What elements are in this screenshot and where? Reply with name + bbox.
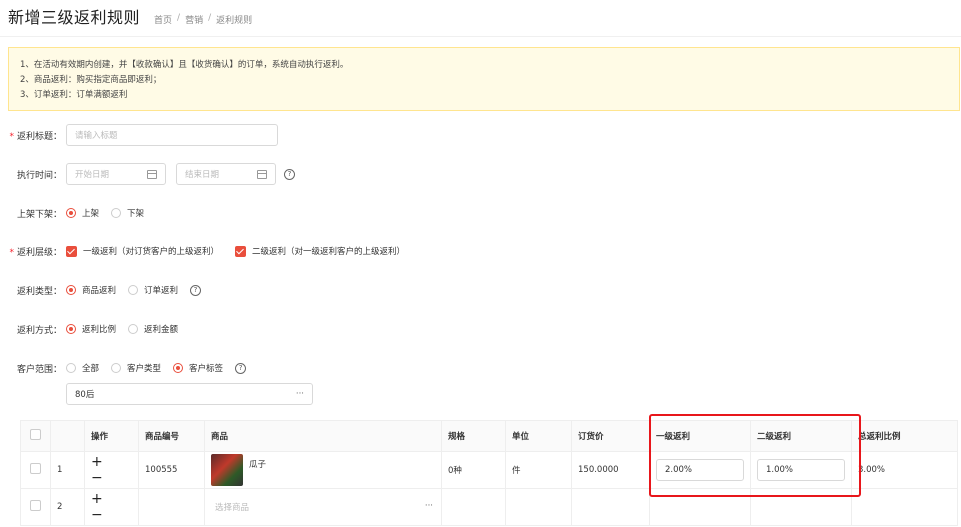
radio-method-ratio[interactable]: 返利比例 <box>66 323 116 335</box>
header-divider <box>0 36 961 37</box>
notice-line-2: 2、商品返利：购买指定商品即返利； <box>20 75 162 85</box>
product-code: 100555 <box>138 451 205 489</box>
row-scope: 客户范围： 全部 客户类型 客户标签 ? <box>0 357 247 379</box>
radio-method-amount[interactable]: 返利金额 <box>128 323 178 335</box>
col-price: 订货价 <box>571 420 650 452</box>
exec-time-label: 执行时间： <box>16 170 62 181</box>
row-shelf: 上架下架： 上架 下架 <box>0 202 156 224</box>
checkbox-level-2[interactable]: 二级返利（对一级返利客户的上级返利） <box>235 245 405 257</box>
product-name: 瓜子 <box>249 460 267 470</box>
table-header-row: 操作 商品编号 商品 规格 单位 订货价 一级返利 二级返利 总返利比例 <box>20 420 958 452</box>
customer-tag-select[interactable]: 80后 ··· <box>66 383 313 405</box>
row-title: * 返利标题： 请输入标题 <box>0 124 278 146</box>
page-header: 新增三级返利规则 首页 / 营销 / 返利规则 <box>8 4 252 28</box>
row-checkbox[interactable] <box>30 500 41 511</box>
level-label: * 返利层级： <box>9 247 62 258</box>
col-level1: 一级返利 <box>649 420 751 452</box>
row-type: 返利类型： 商品返利 订单返利 ? <box>0 279 202 301</box>
col-total: 总返利比例 <box>851 420 958 452</box>
col-product: 商品 <box>204 420 442 452</box>
row-method: 返利方式： 返利比例 返利金额 <box>0 318 190 340</box>
type-label: 返利类型： <box>16 286 62 297</box>
page-title: 新增三级返利规则 <box>8 8 141 27</box>
row-index: 2 <box>50 488 85 526</box>
calendar-icon <box>257 169 267 179</box>
breadcrumb-home[interactable]: 首页 <box>154 13 172 26</box>
product-image <box>211 454 243 486</box>
help-icon[interactable]: ? <box>190 284 202 296</box>
radio-scope-tag[interactable]: 客户标签 <box>173 362 223 374</box>
breadcrumb: 首页 / 营销 / 返利规则 <box>154 13 253 26</box>
notice-line-3: 3、订单返利：订单满额返利 <box>20 90 128 100</box>
product-spec: 0种 <box>441 451 506 489</box>
level2-rebate-input[interactable]: 1.00% <box>757 459 845 481</box>
col-ops: 操作 <box>84 420 139 452</box>
level1-rebate-input[interactable]: 2.00% <box>656 459 744 481</box>
method-label: 返利方式： <box>16 325 62 336</box>
row-add-remove-buttons[interactable]: + − <box>91 454 109 486</box>
col-level2: 二级返利 <box>750 420 852 452</box>
scope-label: 客户范围： <box>16 364 62 375</box>
start-date-input[interactable]: 开始日期 <box>66 163 166 185</box>
total-rebate-ratio: 3.00% <box>851 451 958 489</box>
col-code: 商品编号 <box>138 420 205 452</box>
title-input[interactable]: 请输入标题 <box>66 124 278 146</box>
title-label: * 返利标题： <box>9 131 62 142</box>
calendar-icon <box>147 169 157 179</box>
notice-box: 1、在活动有效期内创建，并【收款确认】且【收货确认】的订单，系统自动执行返利。 … <box>8 47 960 111</box>
radio-scope-type[interactable]: 客户类型 <box>111 362 161 374</box>
table-row: 2 + − 选择商品 ··· <box>20 488 958 526</box>
checkbox-level-1[interactable]: 一级返利（对订货客户的上级返利） <box>66 245 219 257</box>
row-checkbox[interactable] <box>30 463 41 474</box>
row-exec-time: 执行时间： 开始日期 结束日期 ? <box>0 163 295 185</box>
product-table: 操作 商品编号 商品 规格 单位 订货价 一级返利 二级返利 总返利比例 1 +… <box>20 420 958 526</box>
col-unit: 单位 <box>505 420 572 452</box>
help-icon[interactable]: ? <box>284 168 295 180</box>
end-date-input[interactable]: 结束日期 <box>176 163 276 185</box>
product-price: 150.0000 <box>571 451 650 489</box>
select-all-checkbox[interactable] <box>30 429 41 440</box>
breadcrumb-rebate-rules[interactable]: 返利规则 <box>216 13 252 26</box>
notice-line-1: 1、在活动有效期内创建，并【收款确认】且【收货确认】的订单，系统自动执行返利。 <box>20 60 349 70</box>
row-scope-tag: 80后 ··· <box>66 383 313 405</box>
row-index: 1 <box>50 451 85 489</box>
shelf-label: 上架下架： <box>16 209 62 220</box>
breadcrumb-marketing[interactable]: 营销 <box>185 13 203 26</box>
help-icon[interactable]: ? <box>235 362 247 374</box>
col-spec: 规格 <box>441 420 506 452</box>
radio-shelf-on[interactable]: 上架 <box>66 207 99 219</box>
select-product-field[interactable]: 选择商品 ··· <box>211 501 435 513</box>
row-level: * 返利层级： 一级返利（对订货客户的上级返利） 二级返利（对一级返利客户的上级返… <box>0 240 421 262</box>
row-add-remove-buttons[interactable]: + − <box>91 491 109 523</box>
table-row: 1 + − 100555 瓜子 0种 件 150.0000 2.00% 1.00… <box>20 451 958 489</box>
radio-type-product[interactable]: 商品返利 <box>66 284 116 296</box>
radio-shelf-off[interactable]: 下架 <box>111 207 144 219</box>
product-unit: 件 <box>505 451 572 489</box>
radio-scope-all[interactable]: 全部 <box>66 362 99 374</box>
radio-type-order[interactable]: 订单返利 <box>128 284 178 296</box>
